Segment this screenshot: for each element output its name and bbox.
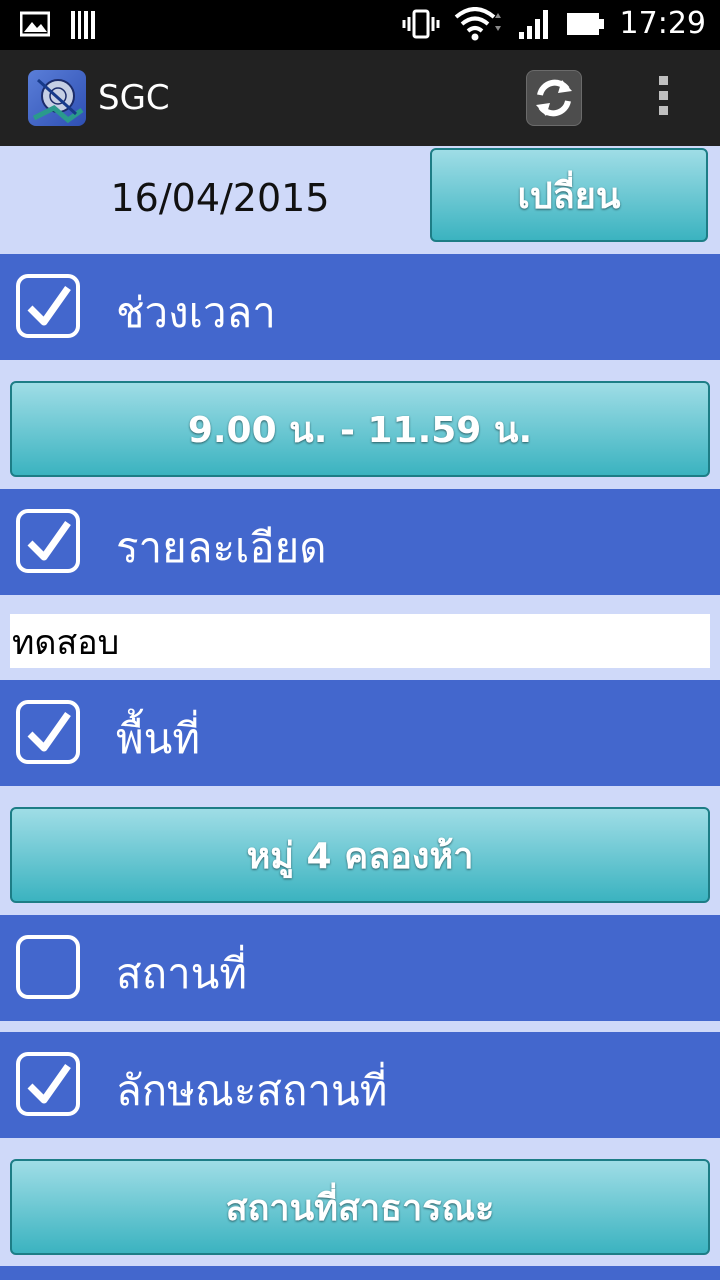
details-label: รายละเอียด xyxy=(116,523,327,572)
details-input[interactable]: ทดสอบ xyxy=(10,614,710,668)
section-next-partial xyxy=(0,1266,720,1280)
signal-icon xyxy=(518,9,548,39)
area-checkbox[interactable] xyxy=(16,700,80,764)
battery-icon xyxy=(566,12,604,35)
section-area: พื้นที่ xyxy=(0,680,720,786)
time-range-button[interactable]: 9.00 น. - 11.59 น. xyxy=(10,381,710,477)
area-label: พื้นที่ xyxy=(116,714,201,763)
wifi-icon xyxy=(454,6,501,40)
place-type-label: ลักษณะสถานที่ xyxy=(116,1066,388,1115)
notification-area xyxy=(20,10,96,40)
time-range-label: ช่วงเวลา xyxy=(116,288,276,337)
vibrate-icon xyxy=(402,9,440,38)
image-notification-icon xyxy=(20,11,50,37)
checkmark-icon xyxy=(27,711,71,752)
section-details: รายละเอียด xyxy=(0,489,720,595)
clock-time: 17:29 xyxy=(619,6,706,41)
app-title: SGC xyxy=(98,78,170,118)
selected-date: 16/04/2015 xyxy=(110,176,330,220)
overflow-menu-icon[interactable] xyxy=(648,76,678,120)
checkmark-icon xyxy=(27,520,71,561)
status-bar: 17:29 xyxy=(0,0,720,50)
area-button[interactable]: หมู่ 4 คลองห้า xyxy=(10,807,710,903)
system-status-area: 17:29 xyxy=(402,6,706,41)
place-type-button[interactable]: สถานที่สาธารณะ xyxy=(10,1159,710,1255)
place-label: สถานที่ xyxy=(116,949,248,998)
place-type-checkbox[interactable] xyxy=(16,1052,80,1116)
change-date-button[interactable]: เปลี่ยน xyxy=(430,148,708,242)
place-checkbox[interactable] xyxy=(16,935,80,999)
section-place: สถานที่ xyxy=(0,915,720,1021)
time-range-checkbox[interactable] xyxy=(16,274,80,338)
section-time-range: ช่วงเวลา xyxy=(0,254,720,360)
section-place-type: ลักษณะสถานที่ xyxy=(0,1032,720,1138)
checkmark-icon xyxy=(27,1063,71,1104)
barcode-notification-icon xyxy=(71,11,95,39)
refresh-icon xyxy=(536,79,572,117)
date-row: 16/04/2015 เปลี่ยน xyxy=(0,146,720,254)
checkmark-icon xyxy=(27,285,71,326)
refresh-button[interactable] xyxy=(526,70,582,126)
details-checkbox[interactable] xyxy=(16,509,80,573)
action-bar: SGC xyxy=(0,50,720,148)
app-logo-icon[interactable] xyxy=(28,70,86,126)
